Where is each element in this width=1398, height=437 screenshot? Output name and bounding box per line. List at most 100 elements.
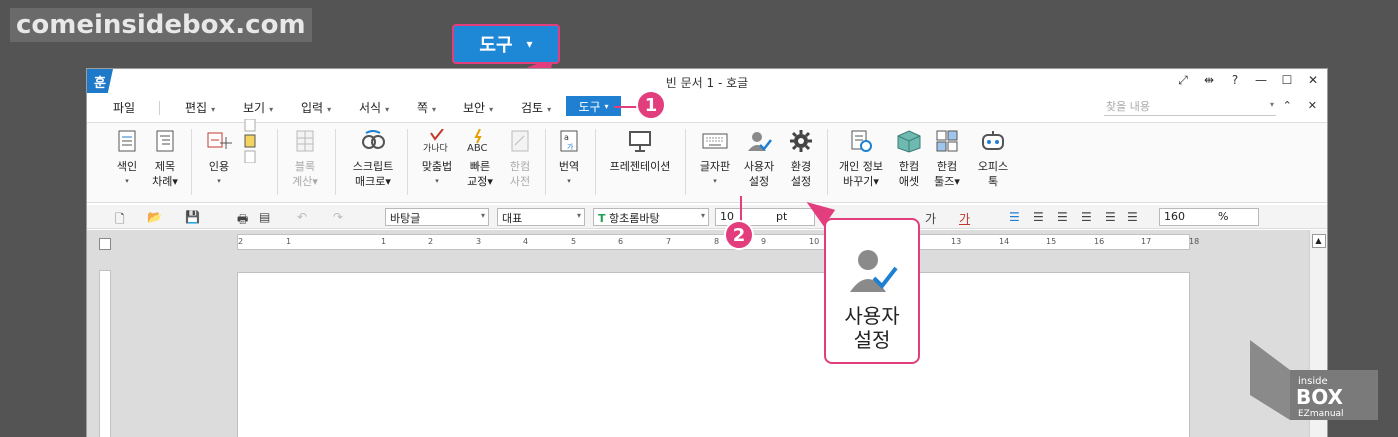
menu-view[interactable]: 보기 ▾: [243, 99, 273, 116]
bold-format-button[interactable]: 가: [925, 210, 936, 227]
menu-review[interactable]: 검토 ▾: [521, 99, 551, 116]
ribbon-citation-button[interactable]: 인용 ▾: [199, 127, 239, 189]
zoom-unit: %: [1218, 210, 1229, 223]
font-type-icon: T: [598, 212, 606, 225]
ribbon-tools-button[interactable]: 한컴 툴즈▾: [929, 127, 965, 189]
ribbon-user-settings-button[interactable]: 사용자 설정: [739, 127, 779, 189]
ribbon-toc-label-2: 차례▾: [152, 175, 178, 188]
ruler-tick-label: 13: [951, 237, 962, 246]
ribbon-index-button[interactable]: 색인 ▾: [109, 127, 145, 189]
ruler-tick-label: 7: [666, 237, 672, 246]
chevron-down-icon: ▾: [700, 211, 705, 220]
spellcheck-icon: 가나다: [423, 127, 451, 155]
ribbon-citation-extras[interactable]: [237, 119, 265, 163]
ruler-tick-label: 5: [571, 237, 577, 246]
open-folder-icon[interactable]: 📂: [147, 210, 162, 224]
ribbon-script-macro-button[interactable]: 스크립트 매크로▾: [343, 127, 403, 189]
ribbon-user-settings-label-2: 설정: [748, 175, 770, 188]
minimize-icon[interactable]: —: [1255, 73, 1267, 88]
callout-tools-label: 도구 ▾: [452, 24, 560, 64]
ribbon-presentation-button[interactable]: 프레젠테이션: [603, 127, 677, 174]
align-justify-icon[interactable]: ☰: [1009, 210, 1020, 224]
ribbon-asset-label-2: 애셋: [898, 175, 920, 188]
ribbon-quick-correct-button[interactable]: ABC 빠른 교정▾: [461, 127, 499, 189]
maximize-icon[interactable]: ☐: [1281, 73, 1293, 88]
quick-correct-icon: ABC: [466, 127, 494, 155]
ruler-tick-label: 1: [381, 237, 387, 246]
divide-icon[interactable]: ☰: [1127, 210, 1138, 224]
collapse-ribbon-icon[interactable]: ⌃: [1283, 99, 1292, 112]
ribbon-toc-button[interactable]: 제목 차례▾: [147, 127, 183, 189]
chevron-down-icon: ▾: [211, 105, 216, 114]
ruler-tick-label: 4: [523, 237, 529, 246]
redo-icon[interactable]: ↷: [333, 210, 343, 224]
callout-line-2: 설정: [853, 328, 891, 352]
help-icon[interactable]: ?: [1229, 73, 1241, 88]
chevron-down-icon: ▾: [1269, 100, 1274, 109]
ruler-tick-label: 14: [999, 237, 1010, 246]
ribbon-dictionary-button[interactable]: 한컴 사전: [501, 127, 539, 189]
ribbon-translate-button[interactable]: a가 번역 ▾: [551, 127, 587, 189]
font-select[interactable]: T 항초롬바탕 ▾: [593, 208, 709, 226]
close-icon[interactable]: ✕: [1307, 73, 1319, 88]
chevron-down-icon: ▾: [526, 37, 533, 51]
ribbon-citation-label: 인용: [208, 160, 230, 173]
align-left-icon[interactable]: ☰: [1033, 210, 1044, 224]
ruler-tick-label: 1: [286, 237, 292, 246]
menu-security[interactable]: 보안 ▾: [463, 99, 493, 116]
ribbon-quick-correct-label: 빠른: [469, 160, 491, 173]
chevron-down-icon: ▾: [604, 101, 609, 111]
chevron-down-icon: ▾: [435, 177, 439, 185]
menu-edit[interactable]: 편집 ▾: [185, 99, 215, 116]
text-color-button[interactable]: 가: [959, 210, 970, 227]
language-select[interactable]: 대표 ▾: [497, 208, 585, 226]
print-icon[interactable]: 🖶: [237, 210, 248, 231]
chevron-down-icon: ▾: [432, 105, 437, 114]
zoom-input[interactable]: 160 %: [1159, 208, 1259, 226]
ribbon-spellcheck-button[interactable]: 가나다 맞춤법 ▾: [415, 127, 459, 189]
ribbon-divider: [595, 129, 596, 195]
menu-format[interactable]: 서식 ▾: [359, 99, 389, 116]
ribbon-asset-button[interactable]: 한컴 애셋: [891, 127, 927, 189]
language-value: 대표: [502, 212, 523, 225]
align-center-icon[interactable]: ☰: [1057, 210, 1068, 224]
style-select[interactable]: 바탕글 ▾: [385, 208, 489, 226]
font-size-unit: pt: [776, 210, 788, 223]
ribbon-privacy-button[interactable]: 개인 정보 바꾸기▾: [833, 127, 889, 189]
document-page[interactable]: [237, 272, 1190, 437]
ruler-tick-label: 10: [809, 237, 820, 246]
ribbon-index-label: 색인: [116, 160, 138, 173]
align-right-icon[interactable]: ☰: [1081, 210, 1092, 224]
save-icon[interactable]: 💾: [185, 210, 200, 224]
toc-icon: [151, 127, 179, 155]
step-badge-2: 2: [724, 220, 754, 250]
ribbon-dictionary-label: 한컴: [509, 160, 531, 173]
split-icon[interactable]: ⇹: [1203, 73, 1215, 88]
fullscreen-icon[interactable]: ⤢: [1177, 73, 1189, 88]
keyboard-icon: [701, 127, 729, 155]
ribbon-divider: [545, 129, 546, 195]
vertical-ruler[interactable]: [99, 270, 111, 437]
ribbon-block-calc-button[interactable]: 블록 계산▾: [285, 127, 325, 189]
horizontal-ruler[interactable]: 21123456789101112131415161718: [237, 234, 1199, 250]
ribbon-keyboard-button[interactable]: 글자판 ▾: [695, 127, 735, 189]
ruler-corner-button[interactable]: [99, 238, 111, 250]
preview-icon[interactable]: ▤: [259, 210, 270, 224]
ribbon-preferences-button[interactable]: 환경 설정: [781, 127, 821, 189]
logo-text-ezmanual: EZmanual: [1298, 409, 1344, 419]
ruler-tick-label: 2: [428, 237, 434, 246]
menu-file[interactable]: 파일: [113, 99, 135, 116]
new-doc-icon[interactable]: 🗋: [115, 210, 125, 231]
ribbon-tools-label-2: 툴즈▾: [934, 175, 960, 188]
scroll-up-icon[interactable]: ▲: [1311, 234, 1326, 248]
undo-icon[interactable]: ↶: [297, 210, 307, 224]
distribute-icon[interactable]: ☰: [1105, 210, 1116, 224]
menu-insert[interactable]: 입력 ▾: [301, 99, 331, 116]
ribbon-office-talk-button[interactable]: 오피스 톡: [971, 127, 1015, 189]
menu-page[interactable]: 쪽 ▾: [417, 99, 436, 116]
menu-tools[interactable]: 도구 ▾: [566, 96, 621, 116]
search-input[interactable]: 찾을 내용 ▾: [1104, 98, 1276, 116]
ruler-tick-label: 6: [618, 237, 624, 246]
ribbon-block-calc-label-2: 계산▾: [292, 175, 318, 188]
close-doc-icon[interactable]: ✕: [1308, 99, 1317, 112]
